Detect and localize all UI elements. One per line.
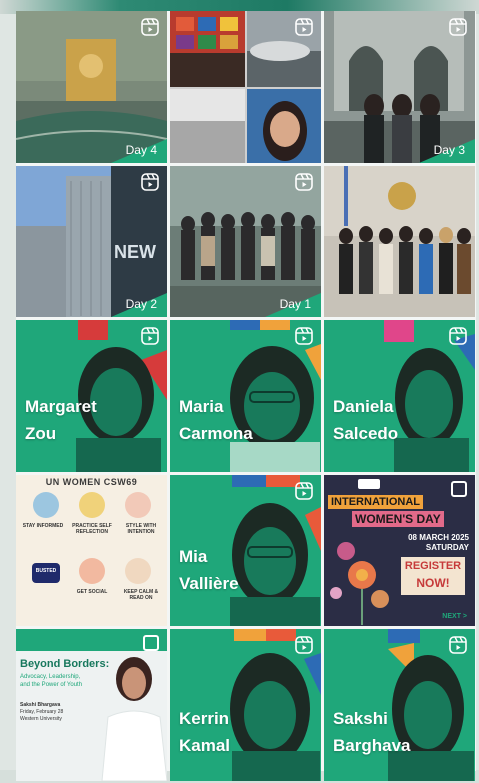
- register-line-2: NOW!: [416, 576, 450, 590]
- event-date: Friday, February 28: [20, 709, 64, 715]
- name-line-1: Mia: [179, 547, 208, 566]
- event-venue: Western University: [20, 716, 62, 722]
- reel-tile-day-1[interactable]: Day 1: [170, 166, 321, 317]
- reel-icon: [295, 482, 313, 500]
- reel-icon: [449, 636, 467, 654]
- reel-tile-day-2[interactable]: NEW Day 2: [16, 166, 167, 317]
- person-name: Maria Carmona: [179, 393, 253, 447]
- reel-tile-kerrin-kamal[interactable]: Kerrin Kamal: [170, 629, 321, 781]
- logo-badge: [358, 479, 380, 489]
- reel-tile-day-3[interactable]: Day 3: [324, 11, 475, 163]
- name-line-1: Sakshi: [333, 709, 388, 728]
- name-line-2: Barghava: [333, 736, 411, 755]
- infographic-cell: GET SOCIAL: [76, 589, 108, 595]
- reel-tile-day-4[interactable]: Day 4: [16, 11, 167, 163]
- reel-icon: [295, 327, 313, 345]
- name-line-1: Daniela: [333, 397, 394, 416]
- reel-icon: [141, 18, 159, 36]
- name-line-2: Carmona: [179, 424, 253, 443]
- reel-tile-group-indoor[interactable]: [324, 166, 475, 317]
- group-indoor-image: [324, 166, 475, 317]
- svg-text:NEW: NEW: [114, 242, 156, 262]
- reel-icon: [295, 173, 313, 191]
- person-name: Sakshi Barghava: [333, 705, 410, 759]
- person-name: Mia Vallière: [179, 543, 239, 597]
- speaker-name: Sakshi Bhargava: [20, 702, 61, 708]
- event-subtitle-1: Advocacy, Leadership,: [20, 674, 81, 680]
- person-name: Kerrin Kamal: [179, 705, 230, 759]
- person-name: Margaret Zou: [25, 393, 97, 447]
- reel-tile-womens-day[interactable]: INTERNATIONAL WOMEN'S DAY 08 MARCH 2025 …: [324, 475, 475, 626]
- register-line-1: REGISTER: [404, 560, 462, 572]
- reel-tile-csw69-infographic[interactable]: UN WOMEN CSW69 STAY INFORMED PRACTICE SE…: [16, 475, 167, 626]
- name-line-1: Kerrin: [179, 709, 230, 728]
- reel-icon: [295, 18, 313, 36]
- day-label: Day 2: [125, 297, 157, 311]
- day-label: Day 1: [279, 297, 311, 311]
- event-title: Beyond Borders:: [20, 658, 110, 670]
- reel-tile-margaret-zou[interactable]: Margaret Zou: [16, 320, 167, 472]
- infographic-cell: KEEP CALM & READ ON: [123, 589, 159, 601]
- reel-tile-mia-valliere[interactable]: Mia Vallière: [170, 475, 321, 626]
- infographic-cell: STAY INFORMED: [22, 523, 64, 529]
- busted-badge: BUSTED: [35, 568, 57, 574]
- infographic-icons: [32, 492, 151, 584]
- day-label: Day 3: [433, 143, 465, 157]
- square-icon: [143, 635, 159, 651]
- next-label: NEXT >: [442, 613, 467, 620]
- reel-tile-collage[interactable]: [170, 11, 321, 163]
- event-subtitle-2: and the Power of Youth: [20, 682, 83, 688]
- event-day: SATURDAY: [425, 543, 469, 552]
- name-line-2: Kamal: [179, 736, 231, 755]
- name-line-2: Zou: [25, 424, 57, 443]
- day-label: Day 4: [125, 143, 157, 157]
- reel-tile-sakshi-barghava[interactable]: Sakshi Barghava: [324, 629, 475, 781]
- event-title-line-2: WOMEN'S DAY: [352, 511, 444, 527]
- event-title-line-1: INTERNATIONAL: [328, 495, 424, 509]
- name-line-2: Vallière: [179, 574, 239, 593]
- name-line-2: Salcedo: [333, 424, 399, 443]
- name-line-1: Margaret: [25, 397, 97, 416]
- reels-grid: Day 4 Day 3 NEW Day 2 Day 1 Margaret Zou…: [16, 11, 476, 781]
- reel-icon: [449, 327, 467, 345]
- person-name: Daniela Salcedo: [333, 393, 398, 447]
- reel-icon: [295, 636, 313, 654]
- reel-tile-maria-carmona[interactable]: Maria Carmona: [170, 320, 321, 472]
- reel-icon: [449, 18, 467, 36]
- register-button[interactable]: REGISTER NOW!: [401, 557, 465, 595]
- reel-icon: [141, 327, 159, 345]
- reel-icon: [141, 173, 159, 191]
- infographic-cell: PRACTICE SELF REFLECTION: [72, 523, 112, 535]
- event-date: 08 MARCH 2025: [408, 533, 469, 542]
- reel-tile-daniela-salcedo[interactable]: Daniela Salcedo: [324, 320, 475, 472]
- reel-tile-beyond-borders[interactable]: Beyond Borders: Advocacy, Leadership, an…: [16, 629, 167, 781]
- infographic-cell: STYLE WITH INTENTION: [125, 523, 157, 535]
- square-icon: [451, 481, 467, 497]
- name-line-1: Maria: [179, 397, 224, 416]
